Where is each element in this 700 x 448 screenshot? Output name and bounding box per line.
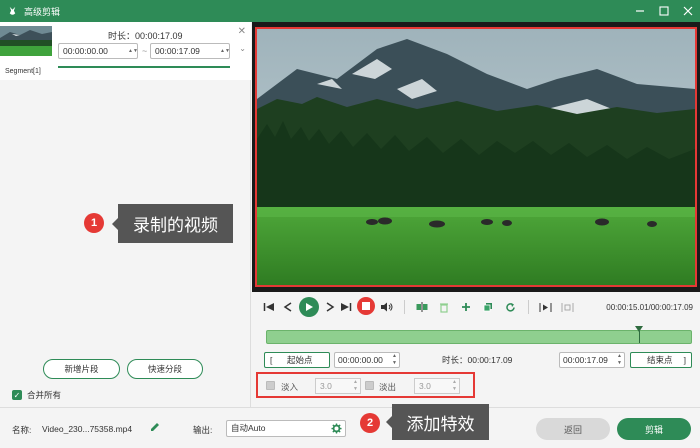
segment-duration: 时长：00:00:17.09 [108,31,183,41]
step-forward-icon[interactable] [324,299,336,315]
title-bar: 高级剪辑 [0,0,700,22]
segment-label: Segment[1] [5,68,41,75]
fade-out-label: 淡出 [379,382,397,392]
segment-thumbnail [0,26,52,56]
output-label: 输出: [193,425,213,435]
callout-number-1: 1 [84,213,104,233]
quick-split-button[interactable]: 快速分段 [127,359,203,379]
trash-icon[interactable] [437,299,451,315]
callout-number-2: 2 [360,413,380,433]
new-segment-button[interactable]: 新增片段 [43,359,120,379]
segment-card[interactable]: 时长：00:00:17.09 00:00:00.00 ▲▼ ~ 00:00:17… [0,22,251,80]
toolbar-divider [528,300,529,314]
step-back-icon[interactable] [282,299,294,315]
left-bracket-icon: [ [270,355,273,365]
spinner-icon[interactable]: ▲▼ [392,353,397,367]
fade-in-checkbox[interactable] [266,381,275,390]
maximize-icon[interactable] [658,5,670,17]
skip-to-end-icon[interactable] [339,299,353,315]
fade-out-value: 3.0 [419,381,431,391]
segment-end-input[interactable]: 00:00:17.09 ▲▼ [150,43,230,59]
fade-in-value: 3.0 [320,381,332,391]
spinner-icon[interactable]: ▲▼ [353,379,358,393]
play-button[interactable] [299,297,319,317]
segment-end-value: 00:00:17.09 [155,46,200,56]
range-duration: 时长：00:00:17.09 [442,355,513,365]
checkbox-checked-icon[interactable]: ✓ [12,390,22,400]
segment-start-value: 00:00:00.00 [63,46,108,56]
rabbit-logo-icon [6,5,18,17]
video-preview-area [252,22,700,292]
merge-all-label: 合并所有 [27,390,62,400]
range-row: [ 起始点 00:00:00.00 ▲ ▼ 时长：00:00:17.09 00:0… [264,352,692,368]
name-label: 名称: [12,425,32,435]
skip-to-start-icon[interactable] [262,299,276,315]
start-time-input[interactable]: 00:00:00.00 ▲ ▼ [334,352,400,368]
fade-out-input[interactable]: 3.0 ▲ ▼ [414,378,460,394]
spinner-icon[interactable]: ▲▼ [617,353,622,367]
stop-button[interactable] [357,297,375,315]
spinner-icon[interactable]: ▲▼ [128,44,138,58]
callout-recorded-video: 录制的视频 [112,204,233,243]
set-mark-icon[interactable] [538,299,552,315]
toolbar-divider [404,300,405,314]
delete-segment-icon[interactable]: ✕ [238,26,246,37]
bottom-bar: 名称: Video_230...75358.mp4 输出: 自动Auto 返回 … [0,407,700,448]
range-separator: ~ [142,46,148,56]
minimize-icon[interactable] [634,5,646,17]
callout-add-effects: 添加特效 [386,404,489,440]
close-icon[interactable] [682,5,694,17]
output-format-select[interactable]: 自动Auto [226,420,346,437]
gear-icon[interactable] [331,423,342,439]
merge-all-toggle[interactable]: ✓ 合并所有 [12,389,61,401]
output-format-value: 自动Auto [231,423,266,433]
clear-mark-icon[interactable] [560,299,574,315]
playback-timecode: 00:00:15.01/00:00:17.09 [606,303,693,312]
set-start-button[interactable]: [ 起始点 [264,352,330,368]
set-end-button[interactable]: 结束点 ] [630,352,692,368]
right-bracket-icon: ] [683,355,686,365]
end-time-input[interactable]: 00:00:17.09 ▲ ▼ [559,352,625,368]
effects-panel: 淡入 3.0 ▲ ▼ 淡出 3.0 ▲ ▼ [256,372,475,398]
segment-expand-icon[interactable]: ⌄ [239,44,246,53]
spinner-icon[interactable]: ▲▼ [452,379,457,393]
video-preview[interactable] [255,27,697,287]
add-icon[interactable] [459,299,473,315]
back-button[interactable]: 返回 [536,418,610,440]
start-time-value: 00:00:00.00 [338,355,383,365]
copy-icon[interactable] [481,299,495,315]
end-label: 结束点 [647,355,673,365]
segment-progress-bar [58,66,230,68]
file-name: Video_230...75358.mp4 [42,424,133,434]
fade-in-label: 淡入 [281,382,299,392]
volume-icon[interactable] [379,299,393,315]
start-label: 起始点 [287,355,313,365]
playhead-line [639,331,640,343]
window-title: 高级剪辑 [24,6,61,17]
cut-button[interactable]: 剪辑 [617,418,691,440]
fade-out-checkbox[interactable] [365,381,374,390]
reset-icon[interactable] [503,299,517,315]
split-clip-icon[interactable] [415,299,429,315]
segment-start-input[interactable]: 00:00:00.00 ▲▼ [58,43,138,59]
timeline-track[interactable] [266,326,692,344]
end-time-value: 00:00:17.09 [563,355,608,365]
playback-controls: 00:00:15.01/00:00:17.09 [252,292,700,322]
fade-in-input[interactable]: 3.0 ▲ ▼ [315,378,361,394]
edit-pencil-icon[interactable] [150,422,160,434]
spinner-icon[interactable]: ▲▼ [220,44,230,58]
